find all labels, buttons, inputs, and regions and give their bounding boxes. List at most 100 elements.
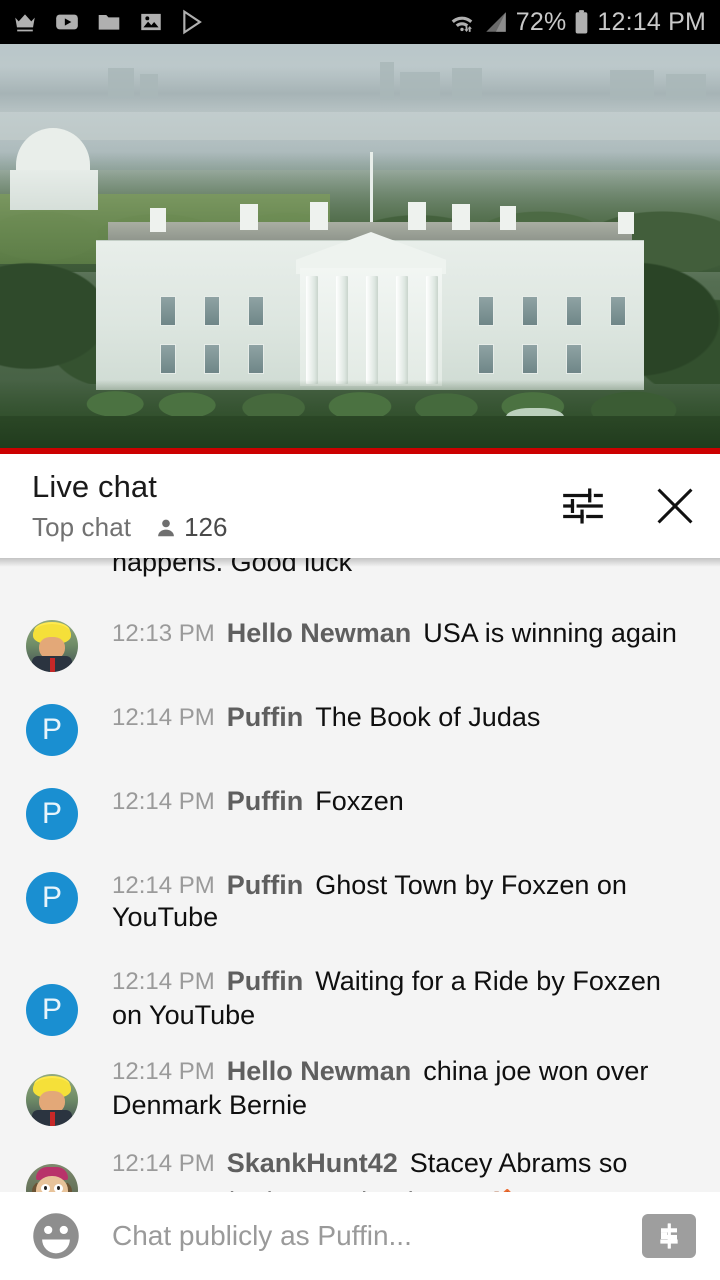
message-author[interactable]: Puffin	[227, 870, 303, 900]
video-column	[426, 276, 438, 384]
crown-icon	[12, 9, 38, 35]
puffin-avatar[interactable]: P	[26, 872, 78, 924]
live-chat-header-actions	[560, 483, 698, 529]
message-timestamp: 12:14 PM	[112, 704, 215, 731]
clock-label: 12:14 PM	[597, 7, 706, 36]
live-chat-message-list[interactable]: happens. Good luck 12:13 PM Hello Newman U…	[0, 558, 720, 1192]
chat-input-bar	[0, 1192, 720, 1280]
video-chimney	[618, 212, 634, 234]
avatar-tie	[50, 658, 55, 672]
video-chimney	[240, 204, 258, 230]
trump-caricature-avatar[interactable]	[26, 620, 78, 672]
video-chimney	[452, 204, 470, 230]
message-timestamp: 12:14 PM	[112, 1149, 215, 1177]
video-window	[522, 296, 538, 326]
chat-message[interactable]: 12:13 PM Hello Newman USA is winning again	[0, 616, 720, 672]
avatar-initial: P	[41, 713, 62, 746]
puffin-avatar[interactable]: P	[26, 788, 78, 840]
message-author[interactable]: SkankHunt42	[227, 1148, 398, 1178]
chat-message-body: 12:14 PMSkankHunt42Stacey Abrams so nerv…	[112, 1142, 674, 1192]
video-building	[140, 74, 158, 98]
person-icon	[155, 517, 177, 539]
super-chat-dollar-icon[interactable]	[642, 1214, 696, 1258]
video-window	[478, 344, 494, 374]
status-bar-left-icons	[12, 9, 206, 35]
message-text: The Book of Judas	[315, 702, 541, 732]
close-icon[interactable]	[652, 483, 698, 529]
message-author[interactable]: Puffin	[227, 702, 303, 732]
video-chimney	[408, 202, 426, 230]
message-author[interactable]: Puffin	[227, 966, 303, 996]
video-column	[306, 276, 318, 384]
chat-mode-label[interactable]: Top chat	[32, 512, 131, 543]
video-window	[478, 296, 494, 326]
puffin-avatar[interactable]: P	[26, 983, 78, 1036]
status-bar: 72% 12:14 PM	[0, 0, 720, 44]
viewer-count-group: 126	[155, 512, 227, 543]
message-text: Foxzen	[315, 786, 404, 816]
photo-icon	[138, 9, 164, 35]
play-store-icon	[180, 9, 206, 35]
chat-message[interactable]: 12:14 PM Hello Newman china joe won over D…	[0, 1052, 720, 1126]
status-bar-right: 72% 12:14 PM	[448, 8, 706, 37]
southpark-character-avatar[interactable]	[26, 1163, 78, 1192]
chat-message-body: 12:14 PM Hello Newman china joe won over D…	[112, 1052, 672, 1123]
message-author[interactable]: Hello Newman	[227, 1056, 412, 1086]
battery-percent-label: 72%	[515, 7, 567, 36]
video-window	[204, 344, 220, 374]
chat-message[interactable]: 12:14 PMSkankHunt42Stacey Abrams so nerv…	[0, 1142, 720, 1192]
video-window	[566, 296, 582, 326]
live-chat-header: Live chat Top chat 126	[0, 454, 720, 558]
partial-message-text: happens. Good luck	[112, 558, 353, 577]
message-author[interactable]: Hello Newman	[227, 618, 412, 648]
chat-message-body: 12:14 PM Puffin Ghost Town by Foxzen on Yo…	[112, 868, 694, 934]
video-player[interactable]	[0, 44, 720, 454]
chat-input[interactable]	[112, 1220, 642, 1252]
video-building	[380, 62, 394, 100]
message-timestamp: 12:14 PM	[112, 967, 215, 995]
chat-message[interactable]: P 12:14 PM Puffin Foxzen	[0, 784, 720, 840]
youtube-live-chat-screen: 72% 12:14 PM Live chat Top chat 126 happ…	[0, 0, 720, 1280]
video-building	[666, 74, 706, 100]
youtube-icon	[54, 9, 80, 35]
folder-icon	[96, 9, 122, 35]
video-chimney	[500, 206, 516, 230]
puffin-avatar[interactable]: P	[26, 704, 78, 756]
partial-scrolled-message: happens. Good luck	[0, 558, 720, 590]
tune-settings-icon[interactable]	[560, 483, 606, 529]
video-jefferson-base	[10, 170, 98, 210]
video-building	[400, 72, 440, 100]
avatar-initial: P	[41, 797, 62, 830]
message-timestamp: 12:14 PM	[112, 872, 215, 899]
message-timestamp: 12:14 PM	[112, 1057, 215, 1085]
chat-message[interactable]: P 12:14 PM Puffin The Book of Judas	[0, 700, 720, 756]
video-window	[522, 344, 538, 374]
chat-message-body: 12:14 PM Puffin The Book of Judas	[112, 700, 540, 734]
video-column	[396, 276, 408, 384]
message-author[interactable]: Puffin	[227, 786, 303, 816]
wifi-icon	[448, 9, 476, 35]
video-window	[248, 344, 264, 374]
viewer-count-label: 126	[184, 512, 228, 543]
chat-message[interactable]: P 12:14 PM Puffin Waiting for a Ride by Fo…	[0, 962, 720, 1036]
chat-message-body: 12:13 PM Hello Newman USA is winning again	[112, 616, 677, 650]
video-window	[610, 296, 626, 326]
chat-message[interactable]: P 12:14 PM Puffin Ghost Town by Foxzen on …	[0, 868, 720, 934]
video-chimney	[310, 202, 328, 230]
avatar-tie	[50, 1111, 55, 1126]
avatar-eyes	[41, 1183, 63, 1192]
message-timestamp: 12:14 PM	[112, 788, 215, 815]
video-building	[108, 68, 134, 98]
emoji-smiley-icon[interactable]	[30, 1210, 82, 1262]
avatar-initial: P	[41, 881, 62, 914]
video-column	[336, 276, 348, 384]
live-chat-header-titles: Live chat Top chat 126	[32, 469, 227, 544]
cell-signal-icon	[483, 9, 509, 35]
trump-caricature-avatar[interactable]	[26, 1073, 78, 1126]
video-chimney	[150, 208, 166, 232]
live-chat-subheader: Top chat 126	[32, 512, 227, 543]
video-window	[160, 344, 176, 374]
chat-message-body: 12:14 PM Puffin Waiting for a Ride by Foxz…	[112, 962, 672, 1033]
video-window	[204, 296, 220, 326]
video-building	[452, 68, 482, 100]
